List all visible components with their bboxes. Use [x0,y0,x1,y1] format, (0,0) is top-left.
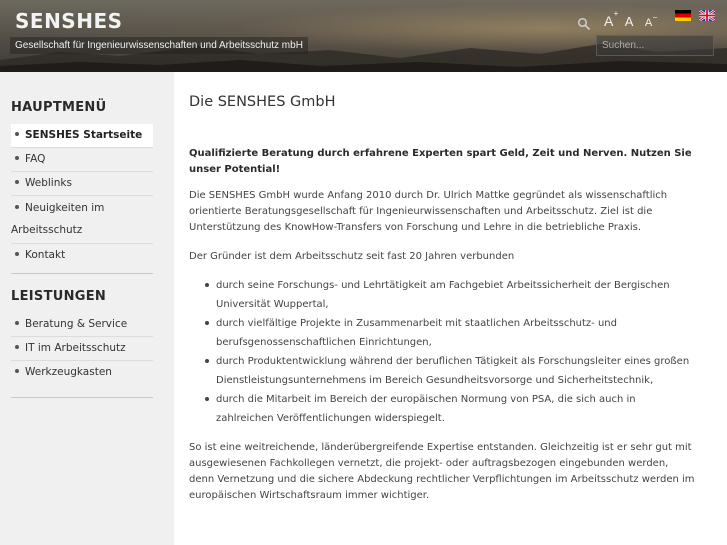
sidebar-divider [11,273,153,274]
main-menu-heading: HAUPTMENÜ [11,100,107,115]
intro-text: Qualifizierte Beratung durch erfahrene E… [189,148,692,175]
language-switcher [675,10,718,29]
menu-item-weblinks[interactable]: Weblinks [11,172,153,196]
font-reset-button[interactable]: A [625,14,634,29]
menu-item-kontakt[interactable]: Kontakt [11,244,153,267]
menu-item-it-arbeitsschutz[interactable]: IT im Arbeitsschutz [11,337,153,361]
site-slogan: Gesellschaft für Ingenieurwissenschaften… [10,37,308,54]
services-heading: LEISTUNGEN [11,289,107,304]
font-decrease-button[interactable]: A − [645,13,657,29]
list-item: durch vielfältige Projekte in Zusammenar… [203,314,695,352]
paragraph-expertise: So ist eine weitreichende, länderübergre… [189,442,695,501]
bullet-icon [15,156,19,160]
bullet-icon [15,345,19,349]
experience-list: durch seine Forschungs- und Lehrtätigkei… [203,276,695,428]
sidebar: HAUPTMENÜ SENSHES Startseite FAQ Weblink… [0,72,174,545]
site-title[interactable]: SENSHES [15,9,123,33]
menu-item-faq[interactable]: FAQ [11,148,153,172]
bullet-icon [15,180,19,184]
menu-item-startseite[interactable]: SENSHES Startseite [11,124,153,148]
bullet-icon [15,132,19,136]
menu-item-neuigkeiten[interactable]: Neuigkeiten im Arbeitsschutz [11,196,153,244]
menu-item-beratung[interactable]: Beratung & Service [11,313,153,337]
page-title: Die SENSHES GmbH [189,94,336,110]
paragraph-founder: Der Gründer ist dem Arbeitsschutz seit f… [189,251,515,262]
font-increase-button[interactable]: A + [604,9,618,29]
font-size-controls: A + A A − [604,9,659,31]
services-menu: Beratung & Service IT im Arbeitsschutz W… [11,313,153,384]
bullet-icon [15,321,19,325]
list-item: durch seine Forschungs- und Lehrtätigkei… [203,276,695,314]
search-icon[interactable] [577,17,591,31]
bullet-icon [15,369,19,373]
german-flag-icon[interactable] [675,10,691,21]
bullet-icon [15,205,19,209]
list-item: durch Produktentwicklung während der ber… [203,352,695,390]
search-input[interactable] [596,35,714,56]
english-flag-icon[interactable] [699,10,716,21]
list-item: durch die Mitarbeit im Bereich der europ… [203,390,695,428]
main-menu: SENSHES Startseite FAQ Weblinks Neuigkei… [11,124,153,267]
sidebar-divider [11,397,153,398]
paragraph-founding: Die SENSHES GmbH wurde Anfang 2010 durch… [189,190,668,233]
menu-item-werkzeugkasten[interactable]: Werkzeugkasten [11,361,153,384]
header-banner: SENSHES Gesellschaft für Ingenieurwissen… [0,0,727,72]
bullet-icon [15,252,19,256]
